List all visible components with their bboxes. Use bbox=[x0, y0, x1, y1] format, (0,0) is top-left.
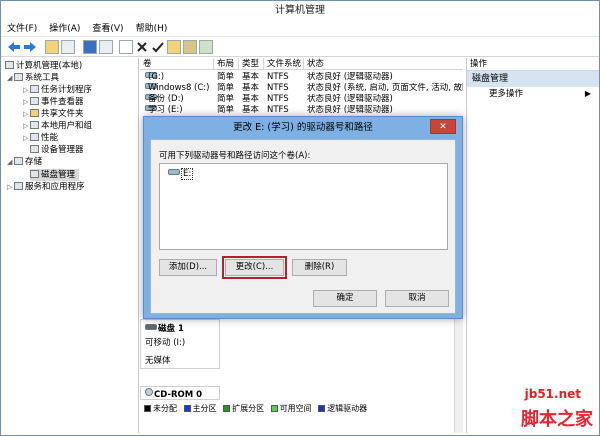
watermark-site: jb51.net bbox=[524, 387, 581, 401]
tree-system-tools[interactable]: ◢ 系统工具 bbox=[7, 72, 59, 84]
paths-label: 可用下列驱动器号和路径访问这个卷(A): bbox=[159, 151, 311, 161]
forward-arrow-icon[interactable] bbox=[23, 41, 37, 53]
tree-local-users[interactable]: ▷ 本地用户和组 bbox=[23, 120, 92, 132]
export-icon[interactable] bbox=[183, 40, 197, 54]
tree-event-viewer[interactable]: ▷ 事件查看器 bbox=[23, 96, 84, 108]
collapse-arrow-icon[interactable]: ▷ bbox=[7, 181, 14, 193]
event-icon bbox=[30, 97, 39, 105]
cancel-button[interactable]: 取消 bbox=[385, 290, 449, 307]
drive-icon bbox=[168, 169, 180, 175]
table-row[interactable]: 备份 (D:) 简单 基本 NTFS 状态良好 (逻辑驱动器) bbox=[140, 94, 463, 105]
table-row[interactable]: 学习 (E:) 简单 基本 NTFS 状态良好 (逻辑驱动器) bbox=[140, 105, 463, 116]
actions-pane: 操作 磁盘管理 更多操作 ▶ bbox=[466, 58, 599, 433]
column-volume[interactable]: 卷 bbox=[140, 58, 214, 70]
column-layout[interactable]: 布局 bbox=[214, 58, 239, 70]
device-icon bbox=[30, 145, 39, 153]
tree-storage[interactable]: ◢ 存储 bbox=[7, 156, 42, 168]
tree-disk-management[interactable]: 磁盘管理 bbox=[30, 169, 80, 181]
tools-icon bbox=[14, 73, 23, 81]
tree-services[interactable]: ▷ 服务和应用程序 bbox=[7, 181, 85, 193]
legend-swatch bbox=[270, 405, 278, 412]
column-filesystem[interactable]: 文件系统 bbox=[264, 58, 304, 70]
back-arrow-icon[interactable] bbox=[7, 41, 21, 53]
computer-icon bbox=[5, 61, 14, 69]
actions-header: 操作 bbox=[467, 58, 599, 71]
storage-icon bbox=[14, 157, 23, 165]
actions-disk-management[interactable]: 磁盘管理 bbox=[467, 71, 599, 87]
more-actions[interactable]: 更多操作 ▶ bbox=[467, 87, 599, 101]
menu-bar: 文件(F) 操作(A) 查看(V) 帮助(H) bbox=[1, 21, 599, 37]
tree-root[interactable]: 计算机管理(本地) bbox=[5, 60, 82, 72]
volume-list-header: 卷 布局 类型 文件系统 状态 bbox=[140, 58, 463, 70]
table-row[interactable]: (G:) 简单 基本 NTFS 状态良好 (逻辑驱动器) bbox=[140, 72, 463, 83]
legend-swatch bbox=[144, 405, 151, 412]
lower-scrollbar[interactable] bbox=[454, 316, 463, 433]
menu-help[interactable]: 帮助(H) bbox=[130, 21, 174, 37]
paths-list[interactable]: E: bbox=[159, 163, 448, 250]
disk-icon bbox=[30, 170, 39, 178]
disk-graph-pane: 磁盘 1 可移动 (I:) 无媒体 CD-ROM 0 bbox=[140, 316, 463, 433]
chevron-right-icon: ▶ bbox=[584, 89, 591, 98]
ok-button[interactable]: 确定 bbox=[313, 290, 377, 307]
zoom-icon[interactable] bbox=[199, 40, 213, 54]
legend: 未分配 主分区 扩展分区 可用空间 逻辑驱动器 bbox=[140, 403, 463, 415]
console-tree: 计算机管理(本地) ◢ 系统工具 ▷ 任务计划程序 ▷ 事件查看器 ▷ 共享文件夹 ▷ 本… bbox=[1, 58, 139, 433]
close-icon: ✕ bbox=[439, 122, 447, 132]
toolbar bbox=[1, 37, 599, 57]
collapse-arrow-icon[interactable]: ▷ bbox=[23, 132, 30, 144]
delete-icon[interactable] bbox=[136, 41, 148, 53]
close-button[interactable]: ✕ bbox=[430, 119, 456, 134]
folder-icon bbox=[30, 109, 39, 117]
clock-icon bbox=[30, 85, 39, 93]
new-icon[interactable] bbox=[119, 40, 133, 54]
collapse-arrow-icon[interactable]: ▷ bbox=[23, 84, 30, 96]
table-row[interactable]: Windows8 (C:) 简单 基本 NTFS 状态良好 (系统, 启动, 页… bbox=[140, 83, 463, 94]
up-folder-icon[interactable] bbox=[45, 40, 59, 54]
collapse-arrow-icon[interactable]: ▷ bbox=[23, 108, 30, 120]
expand-arrow-icon[interactable]: ◢ bbox=[7, 156, 14, 168]
menu-view[interactable]: 查看(V) bbox=[86, 21, 129, 37]
tree-task-scheduler[interactable]: ▷ 任务计划程序 bbox=[23, 84, 92, 96]
expand-arrow-icon[interactable]: ◢ bbox=[7, 72, 14, 84]
collapse-arrow-icon[interactable]: ▷ bbox=[23, 96, 30, 108]
tree-performance[interactable]: ▷ 性能 bbox=[23, 132, 58, 144]
performance-icon bbox=[30, 133, 39, 141]
delete-button[interactable]: 删除(R) bbox=[292, 259, 347, 276]
collapse-arrow-icon[interactable]: ▷ bbox=[23, 120, 30, 132]
menu-file[interactable]: 文件(F) bbox=[1, 21, 43, 37]
help-icon[interactable] bbox=[83, 40, 97, 54]
tree-device-manager[interactable]: 设备管理器 bbox=[30, 144, 84, 156]
menu-action[interactable]: 操作(A) bbox=[43, 21, 86, 37]
watermark-brand: 脚本之家 bbox=[521, 409, 593, 430]
change-button[interactable]: 更改(C)... bbox=[222, 256, 287, 279]
users-icon bbox=[30, 121, 39, 129]
computer-management-window: 计算机管理 文件(F) 操作(A) 查看(V) 帮助(H) 计算机管理(本地) ◢ 系统… bbox=[0, 0, 600, 436]
checkmark-icon[interactable] bbox=[152, 41, 164, 53]
dialog-title: 更改 E: (学习) 的驱动器号和路径 bbox=[233, 122, 373, 133]
change-drive-letter-dialog: 更改 E: (学习) 的驱动器号和路径 ✕ 可用下列驱动器号和路径访问这个卷(A… bbox=[143, 116, 463, 319]
cdrom-icon bbox=[145, 388, 153, 396]
disk-1-panel[interactable]: 磁盘 1 可移动 (I:) 无媒体 bbox=[140, 319, 220, 369]
properties-icon[interactable] bbox=[99, 40, 113, 54]
disk-icon bbox=[145, 324, 157, 330]
cdrom-0-panel[interactable]: CD-ROM 0 bbox=[140, 386, 220, 400]
list-item[interactable]: E: bbox=[166, 168, 195, 180]
open-folder-icon[interactable] bbox=[167, 40, 181, 54]
window-title: 计算机管理 bbox=[1, 1, 599, 21]
column-status[interactable]: 状态 bbox=[304, 58, 463, 70]
dialog-body: 可用下列驱动器号和路径访问这个卷(A): E: 添加(D)... 更改(C)..… bbox=[150, 139, 456, 314]
console-tree-icon[interactable] bbox=[61, 40, 75, 54]
tree-shared-folders[interactable]: ▷ 共享文件夹 bbox=[23, 108, 84, 120]
legend-swatch bbox=[318, 405, 326, 412]
column-type[interactable]: 类型 bbox=[239, 58, 264, 70]
services-icon bbox=[14, 182, 23, 190]
legend-swatch bbox=[183, 405, 191, 412]
add-button[interactable]: 添加(D)... bbox=[159, 259, 217, 276]
legend-swatch bbox=[223, 405, 231, 412]
